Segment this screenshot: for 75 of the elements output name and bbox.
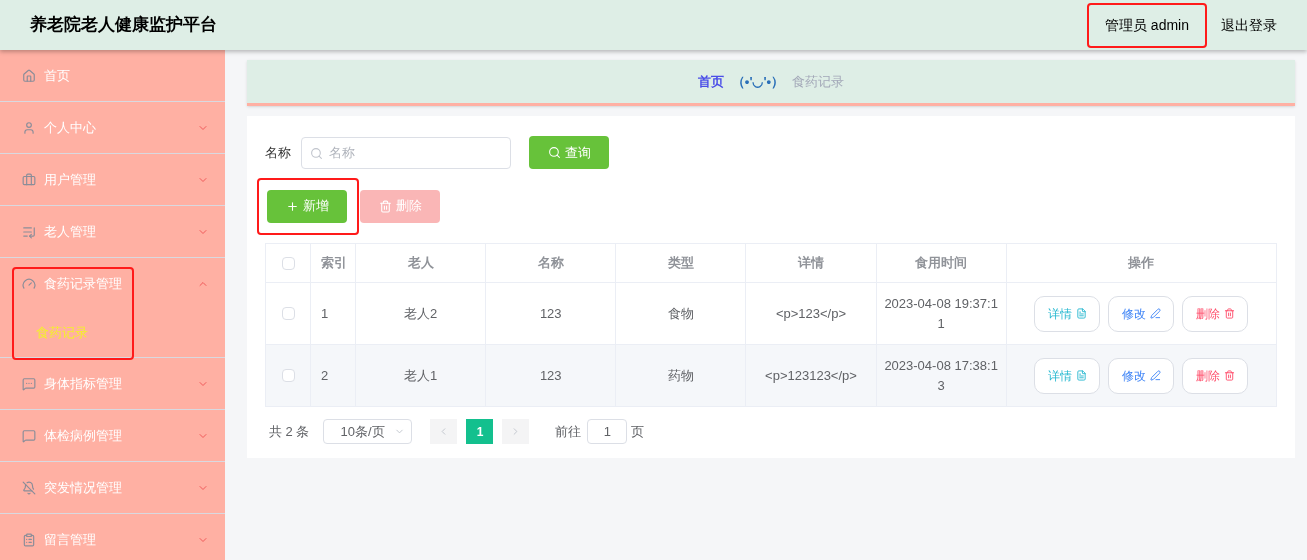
add-button[interactable]: 新增: [267, 189, 347, 223]
goto-label: 前往: [555, 422, 582, 441]
sidebar-item[interactable]: 留言管理: [0, 514, 225, 560]
breadcrumb-link[interactable]: 首页: [697, 71, 724, 92]
delete-button[interactable]: 删除: [1182, 357, 1249, 394]
trash-icon: [378, 199, 392, 213]
person-icon: [22, 120, 36, 135]
table-cell: 老人2: [404, 305, 438, 321]
table-cell: 123: [539, 367, 562, 383]
checkbox[interactable]: [281, 369, 295, 382]
column-header: 类型: [667, 255, 694, 271]
search-icon: [547, 146, 561, 159]
list-icon: [22, 224, 36, 239]
clipboard-icon: [22, 532, 36, 547]
chat-bubble-icon: [22, 428, 36, 443]
search-field[interactable]: 名称: [301, 136, 511, 169]
table-cell: 食物: [667, 305, 694, 321]
trash-icon: [1223, 370, 1235, 381]
sidebar-item[interactable]: 突发情况管理: [0, 462, 225, 513]
sidebar-item[interactable]: 首页: [0, 50, 225, 101]
edit-button[interactable]: 修改: [1108, 295, 1175, 332]
sidebar-item[interactable]: 体检病例管理: [0, 410, 225, 461]
table-cell: 老人1: [404, 367, 438, 383]
sidebar-item[interactable]: 用户管理: [0, 154, 225, 205]
column-header: 详情: [798, 255, 824, 271]
next-page-button[interactable]: [502, 419, 530, 444]
page-input[interactable]: 1: [587, 419, 628, 444]
table-cell: 123: [539, 305, 562, 321]
house-icon: [22, 68, 36, 83]
chat-bubble-icon: [22, 376, 36, 391]
logout-link[interactable]: 退出登录: [1221, 14, 1277, 36]
table-cell: 2023-04-08 17:38:13: [884, 358, 998, 393]
detail-button[interactable]: 详情: [1034, 295, 1101, 332]
delete-button[interactable]: 删除: [1182, 295, 1249, 332]
document-icon: [1075, 370, 1087, 381]
column-header: 索引: [321, 255, 348, 271]
breadcrumb-current: 食药记录: [792, 72, 845, 91]
column-header: 操作: [1128, 255, 1155, 271]
sidebar-item[interactable]: 食药记录管理: [0, 258, 225, 309]
table-cell: 1: [321, 305, 329, 321]
sidebar-item[interactable]: 老人管理: [0, 206, 225, 257]
total-count: 共 2 条: [269, 422, 310, 441]
app-title: 养老院老人健康监护平台: [30, 14, 218, 37]
briefcase-icon: [22, 172, 36, 187]
bell-off-icon: [22, 480, 36, 495]
page-size-select[interactable]: 10条/页: [323, 419, 413, 444]
table-cell: <p>123</p>: [775, 305, 847, 321]
submenu-item[interactable]: 食药记录: [0, 309, 225, 357]
column-header: 老人: [407, 255, 434, 271]
plus-icon: [285, 199, 299, 213]
edit-button[interactable]: 修改: [1108, 357, 1175, 394]
table-cell: 2023-04-08 19:37:11: [884, 296, 998, 331]
checkbox[interactable]: [281, 307, 295, 320]
document-icon: [1075, 308, 1087, 319]
column-header: 食用时间: [915, 255, 968, 271]
gauge-icon: [22, 276, 36, 291]
table-cell: 药物: [667, 367, 694, 383]
query-button[interactable]: 查询: [529, 136, 609, 169]
sidebar-item[interactable]: 个人中心: [0, 102, 225, 153]
page-button[interactable]: 1: [466, 419, 494, 444]
table-cell: <p>123123</p>: [765, 367, 857, 383]
prev-page-button[interactable]: [430, 419, 458, 444]
checkbox[interactable]: [281, 256, 295, 270]
page-suffix: 页: [631, 422, 645, 441]
admin-label: 管理员 admin: [1086, 2, 1207, 48]
search-label: 名称: [265, 143, 291, 162]
pen-icon: [1149, 308, 1161, 319]
detail-button[interactable]: 详情: [1034, 357, 1101, 394]
sidebar-item[interactable]: 身体指标管理: [0, 358, 225, 409]
search-icon: [310, 146, 323, 160]
table-cell: 2: [321, 367, 329, 383]
pen-icon: [1149, 370, 1161, 381]
trash-icon: [1223, 308, 1235, 319]
breadcrumb-separator: （•'◡'•）: [731, 72, 785, 91]
column-header: 名称: [537, 255, 564, 271]
